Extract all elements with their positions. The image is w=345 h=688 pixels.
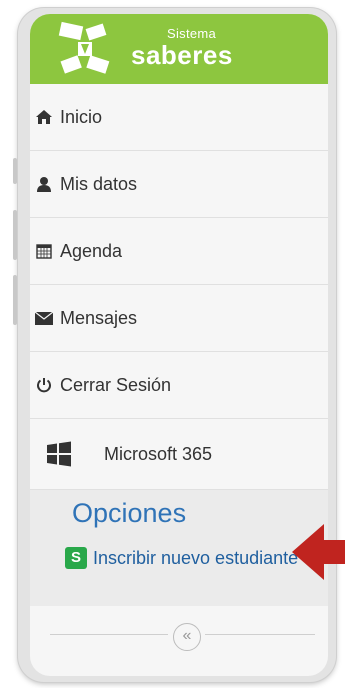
menu-item-agenda[interactable]: Agenda <box>30 218 328 285</box>
menu-item-label: Inicio <box>60 106 103 127</box>
options-panel: Opciones S Inscribir nuevo estudiante <box>30 490 328 606</box>
brand-name: saberes <box>131 40 233 70</box>
menu-item-microsoft-365[interactable]: Microsoft 365 <box>30 419 328 490</box>
side-button <box>13 210 17 260</box>
menu-item-label: Microsoft 365 <box>104 443 213 464</box>
power-icon <box>34 376 54 394</box>
menu-item-mis-datos[interactable]: Mis datos <box>30 151 328 218</box>
menu-item-inicio[interactable]: Inicio <box>30 84 328 151</box>
enroll-link-label: Inscribir nuevo estudiante <box>93 548 299 568</box>
menu-item-cerrar-sesion[interactable]: Cerrar Sesión <box>30 352 328 419</box>
brand-header[interactable]: Sistema saberes <box>30 14 328 84</box>
windows-icon <box>47 441 71 467</box>
divider <box>50 634 168 635</box>
user-icon <box>34 175 54 193</box>
envelope-icon <box>34 309 54 327</box>
side-button <box>13 158 17 184</box>
menu-item-label: Mensajes <box>60 307 138 328</box>
menu-item-mensajes[interactable]: Mensajes <box>30 285 328 352</box>
options-title: Opciones <box>72 498 187 528</box>
calendar-icon <box>34 242 54 260</box>
collapse-sidebar-button[interactable]: « <box>173 623 201 651</box>
divider <box>205 634 315 635</box>
s-badge-icon: S <box>65 547 87 569</box>
menu-item-label: Agenda <box>60 240 123 261</box>
app-screen: Sistema saberes Inicio Mis datos Agenda … <box>30 14 328 676</box>
home-icon <box>34 108 54 126</box>
enroll-new-student-link[interactable]: S Inscribir nuevo estudiante <box>65 542 305 574</box>
saberes-logo-icon <box>58 21 110 74</box>
collapse-row: « <box>30 620 328 651</box>
menu-item-label: Cerrar Sesión <box>60 374 172 395</box>
side-button <box>13 275 17 325</box>
brand-small-text: Sistema <box>167 26 217 41</box>
menu-item-label: Mis datos <box>60 173 138 194</box>
pointer-arrow-icon <box>292 524 345 580</box>
